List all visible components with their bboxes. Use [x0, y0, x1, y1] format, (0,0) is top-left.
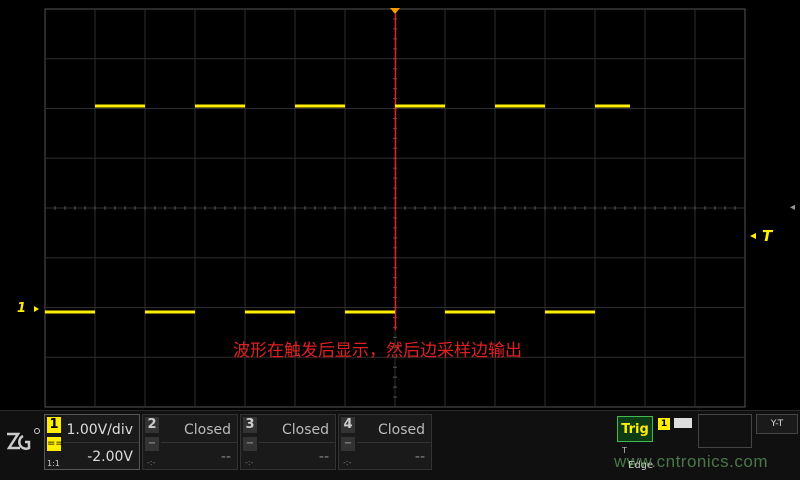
rising-edge-icon	[674, 418, 692, 428]
coupling-icon: −	[145, 437, 159, 451]
panel-divider	[161, 442, 237, 443]
channel-panel-1[interactable]: 1 == 1:1 1.00V/div -2.00V	[44, 414, 140, 470]
side-panel-toggle-icon[interactable]: ◂	[790, 198, 800, 218]
offset-value[interactable]: -2.00V	[87, 449, 133, 465]
channel-panel-2[interactable]: 2 − -:- Closed --	[142, 414, 238, 470]
probe-ratio: 1:1	[47, 459, 60, 468]
trigger-button[interactable]: Trig	[617, 416, 653, 442]
trigger-source[interactable]: 1	[658, 418, 670, 430]
probe-ratio: -:-	[147, 458, 156, 467]
channel-panel-4[interactable]: 4 − -:- Closed --	[338, 414, 432, 470]
channel1-ground-arrow-icon	[34, 306, 39, 312]
coupling-icon: ==	[47, 437, 64, 451]
volts-per-div[interactable]: Closed	[378, 422, 425, 438]
trigger-level-marker[interactable]: T	[762, 227, 772, 245]
offset-value[interactable]: --	[415, 449, 425, 465]
channel-panel-3[interactable]: 3 − -:- Closed --	[240, 414, 336, 470]
volts-per-div[interactable]: Closed	[282, 422, 329, 438]
offset-value[interactable]: --	[319, 449, 329, 465]
display-mode[interactable]: Y-T	[756, 414, 798, 434]
channel-number: 4	[341, 417, 355, 433]
offset-value[interactable]: --	[221, 449, 231, 465]
annotation-text: 波形在触发后显示，然后边采样边输出	[233, 341, 522, 361]
waveform-display[interactable]: 1 T ◂ 波形在触发后显示，然后边采样边输出	[0, 0, 800, 410]
panel-divider	[259, 442, 335, 443]
timebase-panel[interactable]	[698, 414, 752, 448]
coupling-icon: −	[243, 437, 257, 451]
probe-ratio: -:-	[343, 458, 352, 467]
watermark: www.cntronics.com	[614, 452, 768, 471]
panel-divider	[357, 442, 431, 443]
trigger-level-arrow-icon	[750, 233, 756, 239]
coupling-icon: −	[341, 437, 355, 451]
channel1-trace	[45, 104, 630, 314]
panel-divider	[63, 442, 139, 443]
channel-number: 1	[47, 417, 61, 433]
channel1-marker[interactable]: 1	[17, 301, 26, 316]
channel-number: 3	[243, 417, 257, 433]
oscilloscope-screen: 1 T ◂ 波形在触发后显示，然后边采样边输出 1 == 1:1 1.00V/d…	[0, 0, 800, 480]
volts-per-div[interactable]: Closed	[184, 422, 231, 438]
channel-number: 2	[145, 417, 159, 433]
volts-per-div[interactable]: 1.00V/div	[66, 422, 133, 438]
probe-ratio: -:-	[245, 458, 254, 467]
brand-logo-icon	[6, 428, 40, 450]
trigger-position-icon	[390, 8, 400, 14]
